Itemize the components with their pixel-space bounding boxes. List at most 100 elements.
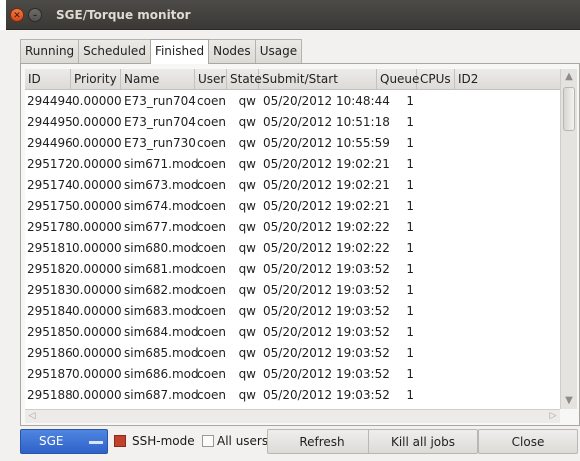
tab-panel: ID Priority Name User State Submit/Start… [20,63,580,426]
table-cell: 1 [406,367,414,381]
table-cell: 1 [406,115,414,129]
table-cell: 1 [406,220,414,234]
column-header-cpus[interactable]: CPUs [417,69,455,90]
horizontal-scrollbar[interactable]: ◁ ▷ [25,409,560,423]
scheduler-select[interactable]: SGE [20,429,108,454]
scheduler-select-value: SGE [39,434,64,448]
table-cell: qw [238,304,256,318]
column-header-state[interactable]: State [227,69,262,90]
tab-running[interactable]: Running [20,39,80,63]
tab-finished[interactable]: Finished [149,39,210,64]
tab-bar: Running Scheduled Finished Nodes Usage [20,39,303,64]
column-header-priority[interactable]: Priority [71,69,121,90]
table-row[interactable]: 295184 0.00000 sim683.mod coen qw 05/20/2012 … [25,301,560,322]
vertical-scrollbar[interactable]: ▲ ▼ [560,69,577,409]
table-row[interactable]: 294496 0.00000 E73_run730 coen qw 05/20/2012 … [25,133,560,154]
ssh-mode-checkbox[interactable] [114,435,126,447]
table-cell: qw [238,388,256,402]
column-header-id2[interactable]: ID2 [455,69,560,90]
table-row[interactable]: 294495 0.00000 E73_run704 coen qw 05/20/2012 … [25,112,560,133]
table-cell: 1 [406,241,414,255]
monitor-window: ✕ – SGE/Torque monitor Running Scheduled… [0,0,580,461]
tab-usage[interactable]: Usage [254,39,303,63]
table-cell: coen [197,178,226,192]
table-cell: coen [197,325,226,339]
table-cell: 1 [406,325,414,339]
table-row[interactable]: 295187 0.00000 sim686.mod coen qw 05/20/2012 … [25,364,560,385]
ssh-mode-label[interactable]: SSH-mode [132,429,195,454]
table-cell: coen [197,262,226,276]
table-cell: coen [197,367,226,381]
table-cell: 1 [406,388,414,402]
table-row[interactable]: 295188 0.00000 sim687.mod coen qw 05/20/2012 … [25,385,560,406]
table-cell: sim680.mod [124,241,199,255]
column-header-queue[interactable]: Queue [377,69,419,90]
table-cell: 295172 [27,157,73,171]
table-cell: qw [238,157,256,171]
table-cell: sim682.mod [124,283,199,297]
table-cell: 05/20/2012 10:51:18 [263,115,390,129]
scroll-up-icon[interactable]: ▲ [561,69,577,85]
table-cell: qw [238,199,256,213]
tab-scheduled[interactable]: Scheduled [78,39,151,63]
table-cell [457,259,557,280]
table-cell: qw [238,220,256,234]
table-row[interactable]: 295185 0.00000 sim684.mod coen qw 05/20/2012 … [25,322,560,343]
table-cell: 05/20/2012 10:48:44 [263,94,390,108]
table-row[interactable]: 295183 0.00000 sim682.mod coen qw 05/20/2012 … [25,280,560,301]
table-cell: qw [238,94,256,108]
table-cell: 05/20/2012 19:03:52 [263,325,390,339]
table-cell: 05/20/2012 19:02:21 [263,199,390,213]
table-cell: 0.00000 [72,346,122,360]
table-cell: coen [197,94,226,108]
table-cell: 0.00000 [72,283,122,297]
window-title: SGE/Torque monitor [56,8,191,22]
table-row[interactable]: 295182 0.00000 sim681.mod coen qw 05/20/2012 … [25,259,560,280]
column-header-user[interactable]: User [195,69,227,90]
scroll-right-icon[interactable]: ▷ [546,410,560,423]
table-cell: qw [238,367,256,381]
table-cell: sim685.mod [124,346,199,360]
table-cell: 295185 [27,325,73,339]
table-cell: 0.00000 [72,262,122,276]
kill-all-jobs-button[interactable]: Kill all jobs [368,429,478,454]
table-row[interactable]: 294494 0.00000 E73_run704 coen qw 05/20/2012 … [25,91,560,112]
tab-nodes[interactable]: Nodes [208,39,256,63]
scroll-down-icon[interactable]: ▼ [561,393,577,409]
table-cell: sim681.mod [124,262,199,276]
table-cell: 05/20/2012 19:02:22 [263,220,390,234]
refresh-button[interactable]: Refresh [267,429,377,454]
vertical-scroll-thumb[interactable] [563,87,575,131]
minimize-icon[interactable]: – [28,8,42,22]
table-cell: E73_run730 [124,136,196,150]
table-cell: 1 [406,199,414,213]
table-cell: 05/20/2012 19:02:22 [263,241,390,255]
table-cell: qw [238,283,256,297]
table-row[interactable]: 295186 0.00000 sim685.mod coen qw 05/20/2012 … [25,343,560,364]
column-header-id[interactable]: ID [25,69,71,90]
table-cell: qw [238,136,256,150]
table-cell: 1 [406,136,414,150]
table-cell: 294494 [27,94,73,108]
table-row[interactable]: 295174 0.00000 sim673.mod coen qw 05/20/2012 … [25,175,560,196]
table-row[interactable]: 295175 0.00000 sim674.mod coen qw 05/20/2012 … [25,196,560,217]
all-users-label[interactable]: All users [217,429,268,454]
column-header-name[interactable]: Name [121,69,195,90]
all-users-checkbox[interactable] [202,435,214,447]
table-row[interactable]: 295178 0.00000 sim677.mod coen qw 05/20/2012 … [25,217,560,238]
table-cell: qw [238,241,256,255]
close-icon[interactable]: ✕ [10,8,24,22]
table-row[interactable]: 295181 0.00000 sim680.mod coen qw 05/20/2012 … [25,238,560,259]
table-row[interactable]: 295172 0.00000 sim671.mod coen qw 05/20/2012 … [25,154,560,175]
table-cell: 0.00000 [72,136,122,150]
table-cell: coen [197,136,226,150]
table-cell: 295187 [27,367,73,381]
column-header-submit-start[interactable]: Submit/Start [259,69,377,90]
table-cell: qw [238,262,256,276]
table-cell: 05/20/2012 10:55:59 [263,136,390,150]
scroll-left-icon[interactable]: ◁ [25,410,39,423]
table-cell: qw [238,325,256,339]
close-button[interactable]: Close [478,429,578,454]
title-bar[interactable]: ✕ – SGE/Torque monitor [0,0,580,30]
table-cell: 294496 [27,136,73,150]
